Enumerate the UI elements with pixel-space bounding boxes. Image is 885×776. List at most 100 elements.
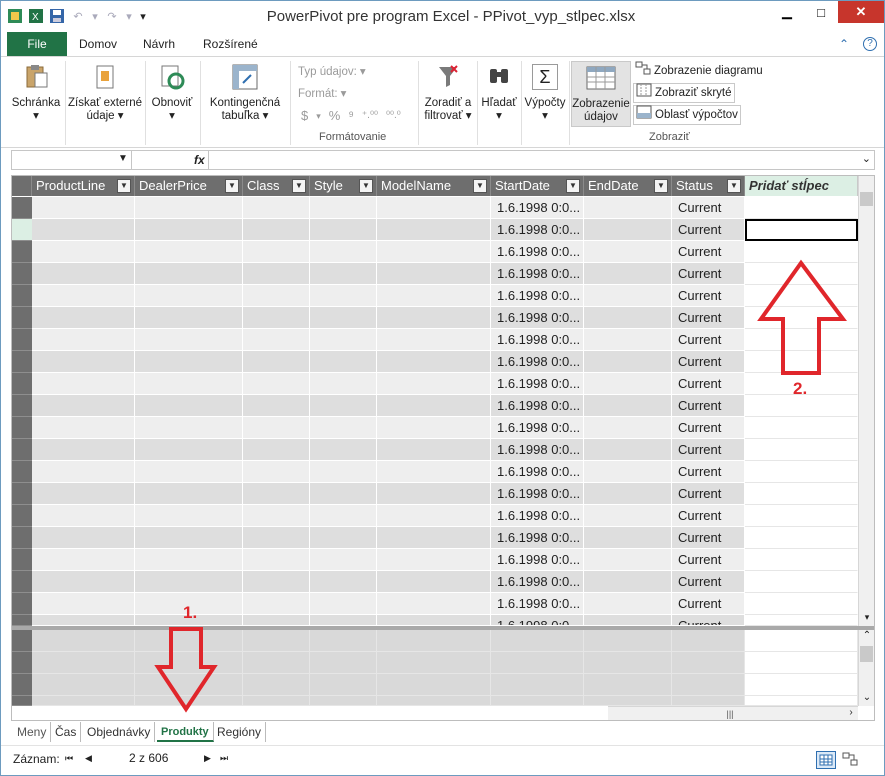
table-cell[interactable] [32,373,135,395]
next-record-icon[interactable]: ▶ [204,753,211,764]
calc-area-cell[interactable] [243,630,310,652]
table-cell[interactable] [243,285,310,307]
table-cell[interactable] [310,461,377,483]
cell-startdate[interactable]: 1.6.1998 0:0... [491,571,584,593]
table-cell[interactable] [135,263,243,285]
cell-startdate[interactable]: 1.6.1998 0:0... [491,417,584,439]
currency-icon[interactable]: $ [301,106,308,126]
calc-area-cell[interactable] [672,652,745,674]
table-cell[interactable] [745,197,858,219]
table-cell[interactable] [243,329,310,351]
ribbon-collapse-icon[interactable]: ⌃ [839,32,849,56]
table-cell[interactable] [135,417,243,439]
table-cell[interactable] [243,527,310,549]
table-cell[interactable] [32,615,135,626]
cell-status[interactable]: Current [672,483,745,505]
format-dropdown[interactable]: Formát: ▾ [298,84,346,104]
table-cell[interactable] [584,373,672,395]
diagram-view-button[interactable]: Zobrazenie diagramu [635,61,763,81]
calc-area-cell[interactable] [377,652,491,674]
table-cell[interactable] [32,307,135,329]
table-cell[interactable] [135,461,243,483]
table-cell[interactable] [584,571,672,593]
table-cell[interactable] [584,285,672,307]
redo-dropdown-icon[interactable]: ▾ [125,8,133,24]
table-cell[interactable] [377,571,491,593]
table-cell[interactable] [377,395,491,417]
calc-area-cell[interactable] [377,674,491,696]
thousands-separator-icon[interactable]: ⁹ [348,106,354,126]
row-selector[interactable] [12,219,32,241]
cell-startdate[interactable]: 1.6.1998 0:0... [491,263,584,285]
table-cell[interactable] [377,439,491,461]
table-cell[interactable] [745,351,858,373]
vertical-scrollbar[interactable]: ▾ [858,176,874,626]
cell-status[interactable]: Current [672,395,745,417]
calc-area-cell[interactable] [584,674,672,696]
table-cell[interactable] [32,571,135,593]
cell-status[interactable]: Current [672,439,745,461]
table-cell[interactable] [310,219,377,241]
calc-area-cell[interactable] [310,630,377,652]
previous-record-icon[interactable]: ◀ [85,753,92,764]
table-cell[interactable] [745,263,858,285]
table-cell[interactable] [584,417,672,439]
calc-area-cell[interactable] [584,696,672,706]
table-cell[interactable] [745,439,858,461]
calc-area-cell[interactable] [377,630,491,652]
table-cell[interactable] [32,351,135,373]
sort-filter-button[interactable]: Zoradiť a filtrovať ▾ [422,61,474,123]
table-cell[interactable] [32,549,135,571]
row-selector[interactable] [12,461,32,483]
data-view-button[interactable]: Zobrazenie údajov [571,61,631,127]
table-cell[interactable] [377,263,491,285]
calc-area-cell[interactable] [135,696,243,706]
table-cell[interactable] [310,439,377,461]
cell-status[interactable]: Current [672,417,745,439]
table-cell[interactable] [243,395,310,417]
scroll-down-icon[interactable]: ⌄ [859,692,874,706]
row-selector[interactable] [12,241,32,263]
calc-area-cell[interactable] [672,630,745,652]
table-cell[interactable] [377,549,491,571]
calc-area-cell[interactable] [745,630,858,652]
table-cell[interactable] [584,395,672,417]
cell-startdate[interactable]: 1.6.1998 0:0... [491,395,584,417]
cell-startdate[interactable]: 1.6.1998 0:0... [491,241,584,263]
table-cell[interactable] [745,593,858,615]
calc-area-cell[interactable] [377,696,491,706]
calculation-area-button[interactable]: Oblasť výpočtov [633,105,741,125]
row-selector[interactable] [12,527,32,549]
table-cell[interactable] [377,527,491,549]
sheet-tab-regiony[interactable]: Regióny [213,722,267,742]
first-record-icon[interactable]: ⏮ [65,753,73,764]
filter-dropdown-icon[interactable]: ▼ [359,179,373,193]
table-cell[interactable] [135,351,243,373]
table-cell[interactable] [584,483,672,505]
calc-area-vertical-scrollbar[interactable]: ⌃ ⌄ [858,630,874,706]
table-cell[interactable] [745,571,858,593]
table-cell[interactable] [135,439,243,461]
table-cell[interactable] [584,461,672,483]
function-icon[interactable]: fx [194,153,205,167]
table-cell[interactable] [243,373,310,395]
table-cell[interactable] [377,197,491,219]
table-cell[interactable] [377,593,491,615]
calc-area-cell[interactable] [32,674,135,696]
cell-startdate[interactable]: 1.6.1998 0:0... [491,285,584,307]
table-cell[interactable] [310,615,377,626]
show-hidden-button[interactable]: Zobraziť skryté [633,83,735,103]
calc-area-cell[interactable] [135,652,243,674]
pivot-table-button[interactable]: Kontingenčná tabuľka ▾ [203,61,287,123]
table-cell[interactable] [745,615,858,626]
tab-design[interactable]: Návrh [143,32,175,56]
calc-area-cell[interactable] [310,696,377,706]
table-cell[interactable] [32,395,135,417]
tab-advanced[interactable]: Rozšírené [203,32,258,56]
table-cell[interactable] [243,417,310,439]
table-cell[interactable] [584,593,672,615]
scroll-down-icon[interactable]: ▾ [859,612,874,626]
column-header-status[interactable]: Status ▼ [672,176,745,196]
table-cell[interactable] [310,593,377,615]
calc-area-cell[interactable] [32,696,135,706]
